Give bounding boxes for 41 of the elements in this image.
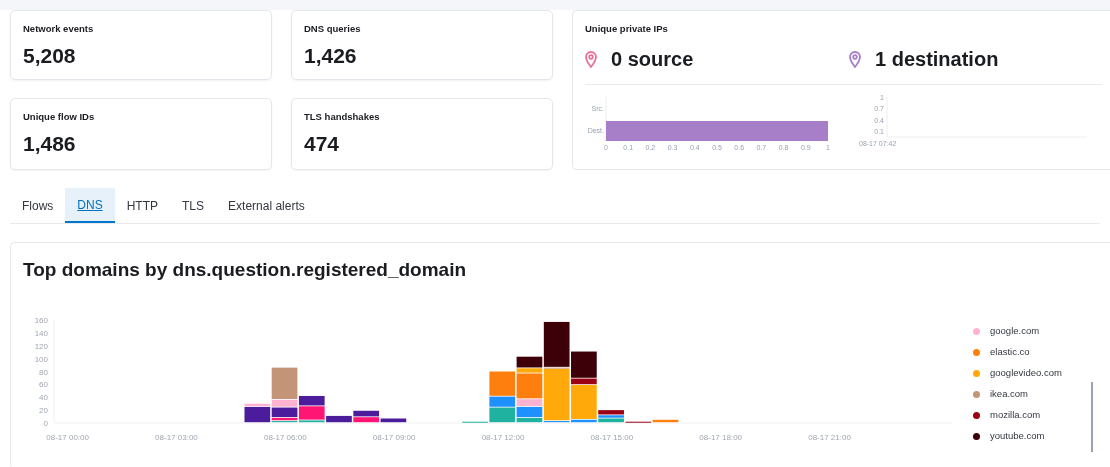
- stat-value: 1,426: [304, 43, 358, 70]
- stat-label: Network events: [23, 22, 95, 36]
- tick-label: 60: [39, 380, 48, 390]
- tick-label: 20: [39, 405, 48, 415]
- tick-label: 120: [34, 341, 48, 351]
- tab[interactable]: Flows: [10, 188, 66, 223]
- legend-label: elastic.co: [990, 345, 1030, 360]
- tab[interactable]: TLS: [170, 188, 217, 223]
- tick-label: 08-17 15:00: [590, 432, 634, 442]
- legend-label: google.com: [990, 324, 1040, 339]
- tick-label: 100: [34, 354, 48, 364]
- tick-label: 08-17 09:00: [372, 432, 416, 442]
- tick-label: 160: [34, 315, 48, 325]
- stat-label: Unique flow IDs: [23, 110, 96, 124]
- scrollbar[interactable]: [1091, 381, 1093, 452]
- tick-label: 40: [39, 393, 48, 403]
- stat-value: 5,208: [23, 43, 77, 70]
- stat-value: 474: [304, 131, 341, 158]
- stat-value: 1 destination: [875, 47, 999, 73]
- legend-label: googlevideo.com: [990, 366, 1062, 381]
- tab[interactable]: HTTP: [114, 188, 171, 223]
- tab[interactable]: DNS: [65, 188, 115, 223]
- tick-label: 08-17 21:00: [808, 432, 851, 442]
- tick-label: 08-17 18:00: [699, 432, 743, 442]
- stat-value: 0 source: [611, 47, 694, 73]
- legend-label: ikea.com: [990, 387, 1028, 402]
- tick-label: 140: [34, 328, 48, 338]
- stat-value: 1,486: [23, 131, 77, 158]
- tick-label: 08-17 12:00: [481, 432, 525, 442]
- panel-title: Top domains by dns.question.registered_domain: [23, 259, 468, 282]
- tick-label: 08-17 00:00: [46, 432, 89, 442]
- stat-label: DNS queries: [304, 22, 362, 36]
- tab[interactable]: External alerts: [216, 188, 317, 223]
- legend-label: youtube.com: [990, 429, 1045, 444]
- tick-label: 08-17 03:00: [155, 432, 198, 442]
- legend-label: mozilla.com: [990, 408, 1041, 423]
- tick-label: 80: [39, 367, 48, 377]
- tick-label: 0: [43, 418, 48, 428]
- stat-label: TLS handshakes: [304, 110, 381, 124]
- card-title: Unique private IPs: [585, 22, 669, 36]
- tick-label: 08-17 06:00: [263, 432, 307, 442]
